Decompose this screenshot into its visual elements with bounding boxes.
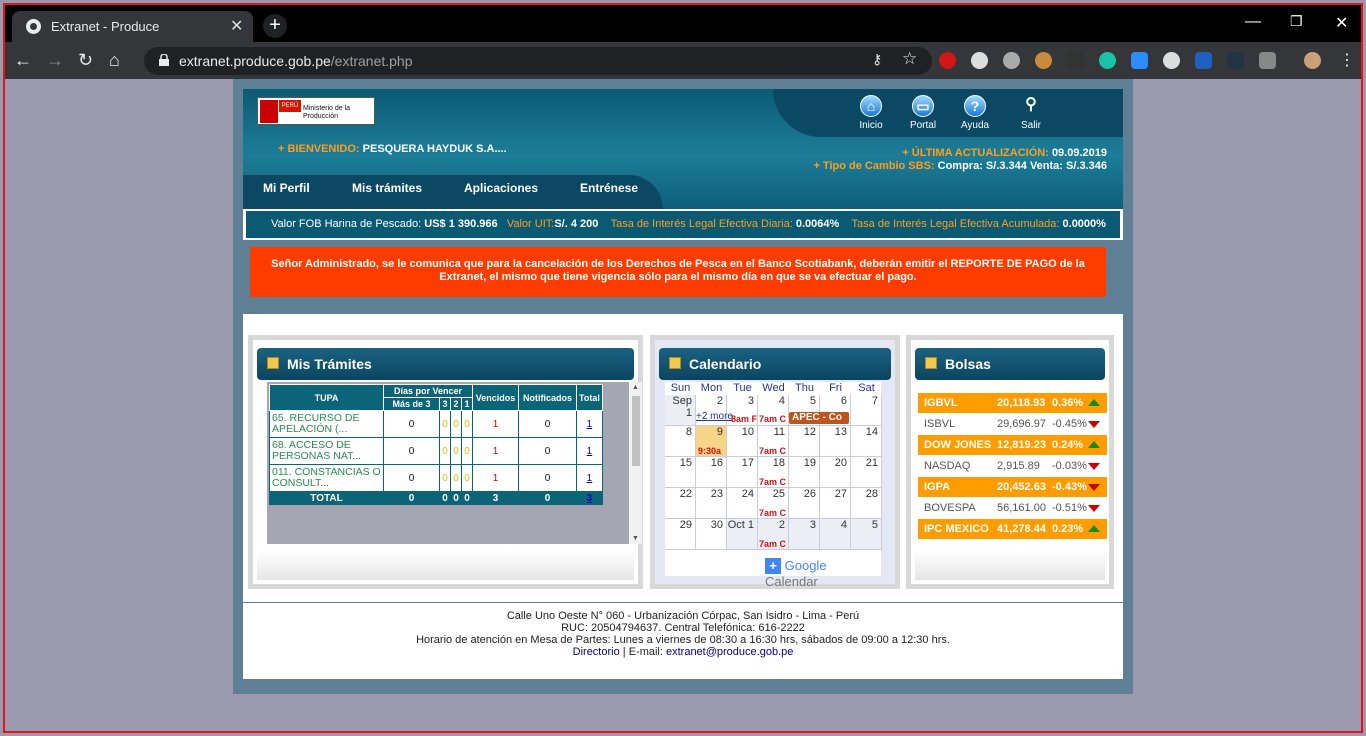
screenshot-border <box>3 3 1363 733</box>
